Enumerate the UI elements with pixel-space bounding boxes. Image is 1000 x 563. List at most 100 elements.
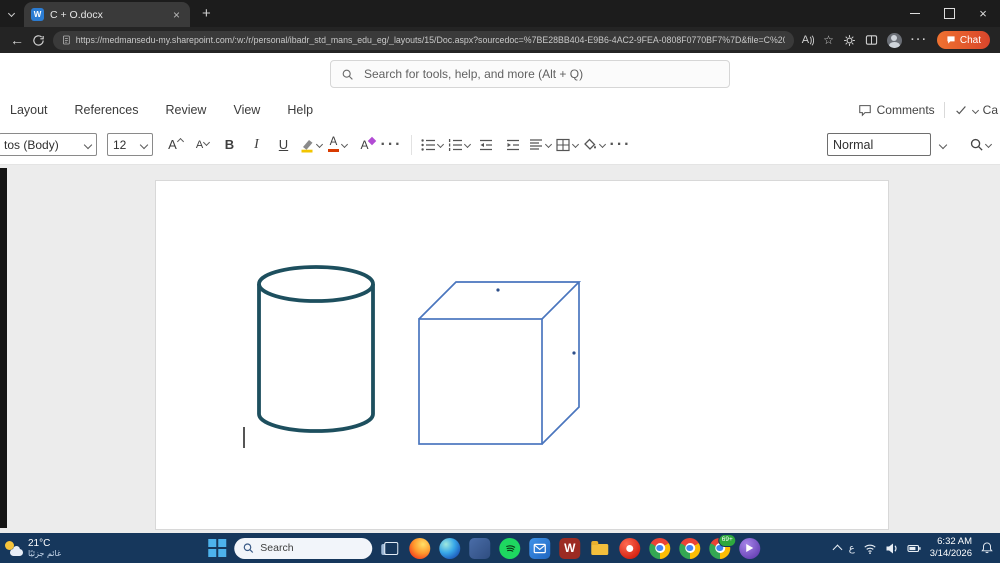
numbered-list-button[interactable] [446,132,472,158]
menu-tab-layout[interactable]: Layout [10,103,48,117]
red-app-icon [619,537,641,559]
underline-button[interactable]: U [271,132,296,158]
word-doc-favicon: W [31,8,44,21]
windows-logo-icon [206,538,227,559]
firefox-icon [409,537,431,559]
taskbar-search[interactable]: Search [234,537,373,559]
chevron-down-icon [436,140,445,149]
cylinder-shape[interactable] [257,265,375,433]
font-size-select[interactable]: 12 [107,133,153,156]
bold-button[interactable]: B [217,132,242,158]
spotify-button[interactable] [497,535,522,561]
decrease-indent-icon [479,139,492,150]
weather-widget[interactable]: 21°C غائم جزئيًا [4,535,61,561]
volume-button[interactable] [885,542,899,555]
catch-up-button[interactable]: Ca [954,103,998,117]
paint-bucket-icon [584,138,596,150]
grow-font-button[interactable]: A [163,132,188,158]
clock[interactable]: 6:32 AM 3/14/2026 [930,536,972,560]
chevron-down-icon [544,140,553,149]
mail-button[interactable] [527,535,552,561]
style-dropdown-button[interactable] [935,132,951,158]
window-minimize-button[interactable] [898,0,932,27]
back-button[interactable]: ← [10,33,24,47]
split-screen-button[interactable] [865,34,878,46]
chevron-down-icon [83,140,93,149]
bullet-list-icon [421,138,435,151]
network-button[interactable] [863,542,877,555]
bullet-list-button[interactable] [419,132,445,158]
menu-tab-help[interactable]: Help [287,103,313,117]
document-page[interactable] [155,180,889,530]
font-name-select[interactable]: tos (Body) [0,133,97,156]
window-close-button[interactable]: × [966,0,1000,27]
more-toolbar-options-button[interactable]: ··· [608,132,633,158]
taskbar-search-label: Search [260,542,294,554]
purple-app-icon [739,537,761,559]
app-search-input[interactable] [362,66,719,82]
firefox-button[interactable] [407,535,432,561]
file-explorer-button[interactable] [587,535,612,561]
w-app-icon: W [559,537,581,559]
style-select[interactable]: Normal [827,133,931,156]
chrome-badged-button[interactable]: 69+ [707,534,737,561]
chevron-down-icon [315,140,324,149]
shading-button[interactable] [581,132,607,158]
w-app-button[interactable]: W [557,535,582,561]
blue-app-button[interactable] [467,535,492,561]
profile-avatar-button[interactable] [886,32,902,48]
chrome-button[interactable] [647,535,672,561]
app-search-box[interactable] [330,60,730,88]
handle-dot [572,351,576,355]
more-font-options-button[interactable]: ··· [379,132,404,158]
browser-tab[interactable]: W C + O.docx × [24,2,190,27]
browser-essentials-button[interactable] [843,34,856,47]
new-tab-button[interactable]: + [202,6,211,21]
increase-indent-button[interactable] [500,132,525,158]
pen-check-icon [955,106,966,115]
tab-search-button[interactable] [7,9,16,18]
red-app-button[interactable] [617,535,642,561]
chevron-down-icon [463,140,472,149]
language-indicator[interactable]: ع [849,543,855,554]
clear-formatting-button[interactable]: A [352,132,377,158]
task-view-button[interactable] [377,535,402,561]
tab-close-icon[interactable]: × [170,8,183,22]
read-aloud-icon [809,34,815,46]
table-button[interactable] [554,132,580,158]
chevron-down-icon [598,140,607,149]
battery-button[interactable] [907,542,922,555]
comments-button[interactable]: Comments [858,103,935,117]
purple-app-button[interactable] [737,535,762,561]
start-button[interactable] [204,535,229,561]
tab-title: C + O.docx [50,8,103,21]
menu-tab-review[interactable]: Review [165,103,206,117]
read-aloud-button[interactable]: A [802,34,815,46]
menu-tab-view[interactable]: View [233,103,260,117]
highlight-color-button[interactable] [298,132,324,158]
decrease-indent-button[interactable] [473,132,498,158]
shrink-font-button[interactable]: A [190,132,215,158]
refresh-button[interactable] [32,34,45,47]
minimize-icon [910,13,920,14]
notification-center-button[interactable] [980,541,994,555]
italic-button[interactable]: I [244,132,269,158]
font-color-button[interactable]: A [325,132,350,158]
chrome-profile2-button[interactable] [677,535,702,561]
grow-font-icon: A [168,137,177,152]
browser-more-button[interactable]: ··· [911,34,928,46]
edge-button[interactable] [437,535,462,561]
hidden-icons-button[interactable] [832,544,843,555]
document-canvas [243,265,582,448]
menu-tab-references[interactable]: References [75,103,139,117]
chat-button[interactable]: Chat [936,31,990,49]
catch-up-label: Ca [982,103,998,117]
url-bar[interactable]: https://medmansedu-my.sharepoint.com/:w:… [53,30,794,50]
find-button[interactable] [967,132,992,158]
comments-label: Comments [876,103,935,117]
window-maximize-button[interactable] [932,0,966,27]
window-controls: × [898,0,1000,27]
alignment-button[interactable] [527,132,553,158]
favorites-button[interactable]: ☆ [823,33,834,47]
cube-shape[interactable] [418,281,582,445]
